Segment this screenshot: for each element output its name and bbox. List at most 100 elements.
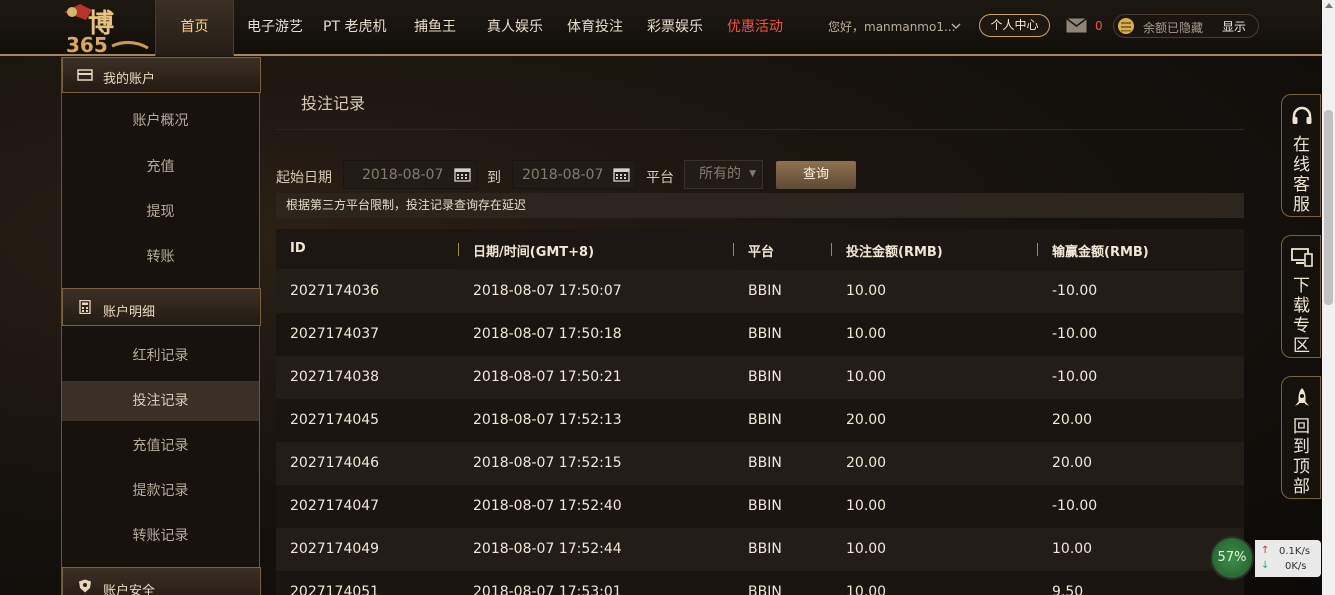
cell-win-loss: -10.00: [1052, 369, 1098, 385]
table-header: ID 日期/时间(GMT+8) 平台 投注金额(RMB) 输赢金额(RMB): [276, 229, 1244, 269]
nav-lottery[interactable]: 彩票娱乐: [647, 0, 703, 54]
cell-id: 2027174046: [290, 455, 380, 471]
cell-id: 2027174047: [290, 498, 380, 514]
nav-promotions[interactable]: 优惠活动: [727, 0, 783, 54]
nav-sports[interactable]: 体育投注: [567, 0, 623, 54]
devices-icon: [1291, 248, 1313, 267]
column-header-win-loss[interactable]: 输赢金额(RMB): [1052, 241, 1149, 260]
column-header-datetime[interactable]: 日期/时间(GMT+8): [473, 241, 594, 260]
column-header-bet-amount[interactable]: 投注金额(RMB): [846, 241, 943, 260]
network-speed-widget[interactable]: 57%: [1210, 536, 1254, 580]
cell-platform: BBIN: [748, 283, 782, 299]
cell-bet-amount: 20.00: [846, 412, 887, 428]
sidebar-section-label: 我的账户: [103, 72, 156, 87]
sidebar-section-account-details[interactable]: 账户明细: [62, 288, 261, 326]
cell-platform: BBIN: [748, 369, 782, 385]
site-logo[interactable]: 博 365: [60, 2, 152, 57]
cell-datetime: 2018-08-07 17:52:15: [473, 455, 622, 471]
cell-datetime: 2018-08-07 17:52:44: [473, 541, 622, 557]
table-row[interactable]: 2027174045 2018-08-07 17:52:13 BBIN 20.00 20…: [276, 399, 1244, 442]
cell-bet-amount: 10.00: [846, 541, 887, 557]
headset-icon: [1292, 106, 1312, 124]
cell-bet-amount: 10.00: [846, 498, 887, 514]
sidebar-item-withdraw[interactable]: 提现: [62, 192, 259, 232]
platform-select[interactable]: 所有的 ▼: [684, 160, 763, 189]
svg-text:365: 365: [66, 33, 108, 54]
cell-datetime: 2018-08-07 17:50:07: [473, 283, 622, 299]
sidebar-item-deposit[interactable]: 充值: [62, 147, 259, 187]
table-row[interactable]: 2027174038 2018-08-07 17:50:21 BBIN 10.00 -1…: [276, 356, 1244, 399]
table-row[interactable]: 2027174047 2018-08-07 17:52:40 BBIN 10.00 -1…: [276, 485, 1244, 528]
sidebar-section-label: 账户明细: [103, 305, 156, 320]
column-separator: [1037, 243, 1038, 256]
sidebar-item-account-overview[interactable]: 账户概况: [62, 101, 259, 141]
sidebar-item-transfer[interactable]: 转账: [62, 237, 259, 277]
column-separator: [733, 243, 734, 256]
online-service-button[interactable]: 在线客服: [1281, 94, 1321, 217]
cell-datetime: 2018-08-07 17:53:01: [473, 584, 622, 595]
cell-platform: BBIN: [748, 584, 782, 595]
delay-notice: 根据第三方平台限制，投注记录查询存在延迟: [276, 193, 1244, 218]
cell-win-loss: -10.00: [1052, 283, 1098, 299]
cell-bet-amount: 10.00: [846, 326, 887, 342]
scrollbar-thumb[interactable]: [1324, 110, 1333, 305]
cell-win-loss: -10.00: [1052, 498, 1098, 514]
rocket-icon: [1295, 388, 1309, 406]
cell-bet-amount: 10.00: [846, 584, 887, 595]
upload-arrow-icon: ↑: [1261, 545, 1270, 556]
cell-win-loss: -10.00: [1052, 326, 1098, 342]
balance-hidden-text: 余额已隐藏: [1143, 21, 1204, 35]
nav-home[interactable]: 首页: [155, 0, 234, 56]
cell-win-loss: 10.00: [1052, 541, 1093, 557]
download-zone-label: 下载专区: [1293, 276, 1310, 356]
mail-count: 0: [1095, 19, 1103, 33]
table-row[interactable]: 2027174036 2018-08-07 17:50:07 BBIN 10.00 -1…: [276, 270, 1244, 313]
table-row[interactable]: 2027174051 2018-08-07 17:53:01 BBIN 10.00 9.…: [276, 571, 1244, 595]
download-zone-button[interactable]: 下载专区: [1281, 235, 1321, 358]
sidebar-item-transfer-records[interactable]: 转账记录: [62, 516, 259, 556]
query-button[interactable]: 查询: [776, 161, 856, 189]
cell-platform: BBIN: [748, 326, 782, 342]
mail-icon[interactable]: [1066, 18, 1087, 33]
cell-id: 2027174049: [290, 541, 380, 557]
column-header-id[interactable]: ID: [290, 241, 306, 256]
column-header-platform[interactable]: 平台: [748, 241, 774, 260]
dropdown-arrow-icon: ▼: [749, 169, 756, 179]
sidebar-item-bonus-records[interactable]: 红利记录: [62, 336, 259, 376]
personal-center-button[interactable]: 个人中心: [979, 14, 1050, 37]
sidebar-item-bet-records[interactable]: 投注记录: [62, 381, 259, 421]
chevron-down-icon[interactable]: [950, 18, 962, 34]
scroll-up-arrow-icon[interactable]: [1325, 3, 1333, 8]
back-to-top-button[interactable]: 回到顶部: [1281, 376, 1321, 499]
sidebar-section-my-account[interactable]: 我的账户: [62, 57, 261, 93]
calendar-icon[interactable]: [454, 167, 471, 182]
table-row[interactable]: 2027174037 2018-08-07 17:50:18 BBIN 10.00 -1…: [276, 313, 1244, 356]
cell-bet-amount: 20.00: [846, 455, 887, 471]
nav-slots[interactable]: 电子游艺: [247, 0, 303, 54]
cell-datetime: 2018-08-07 17:52:13: [473, 412, 622, 428]
table-row[interactable]: 2027174046 2018-08-07 17:52:15 BBIN 20.00 20…: [276, 442, 1244, 485]
platform-label: 平台: [646, 170, 674, 186]
sidebar-item-deposit-records[interactable]: 充值记录: [62, 426, 259, 466]
cell-datetime: 2018-08-07 17:50:18: [473, 326, 622, 342]
online-service-label: 在线客服: [1293, 135, 1310, 215]
cell-platform: BBIN: [748, 541, 782, 557]
platform-select-value: 所有的: [699, 166, 741, 182]
nav-pt-slots[interactable]: PT 老虎机: [323, 0, 386, 54]
nav-fishing[interactable]: 捕鱼王: [414, 0, 456, 54]
table-row[interactable]: 2027174049 2018-08-07 17:52:44 BBIN 10.00 10…: [276, 528, 1244, 571]
sidebar-item-withdraw-records[interactable]: 提款记录: [62, 471, 259, 511]
cell-id: 2027174038: [290, 369, 380, 385]
sidebar-section-label: 账户安全: [103, 584, 156, 595]
show-balance-button[interactable]: 显示: [1222, 18, 1246, 35]
cell-platform: BBIN: [748, 455, 782, 471]
column-separator: [458, 243, 459, 256]
sidebar-section-account-security[interactable]: 账户安全: [62, 567, 261, 595]
network-speed-panel: ↑ 0.1K/s ↓ 0K/s: [1255, 540, 1321, 577]
nav-live-casino[interactable]: 真人娱乐: [487, 0, 543, 54]
calendar-icon[interactable]: [613, 167, 630, 182]
page-scrollbar[interactable]: [1322, 0, 1335, 595]
card-icon: [77, 69, 93, 81]
main-content: 投注记录 起始日期 到 平台 所有的 ▼ 查询 根据第三方平台限制，投注记录查询…: [276, 57, 1260, 595]
user-greeting[interactable]: 您好，manmanmo1...: [828, 18, 955, 35]
